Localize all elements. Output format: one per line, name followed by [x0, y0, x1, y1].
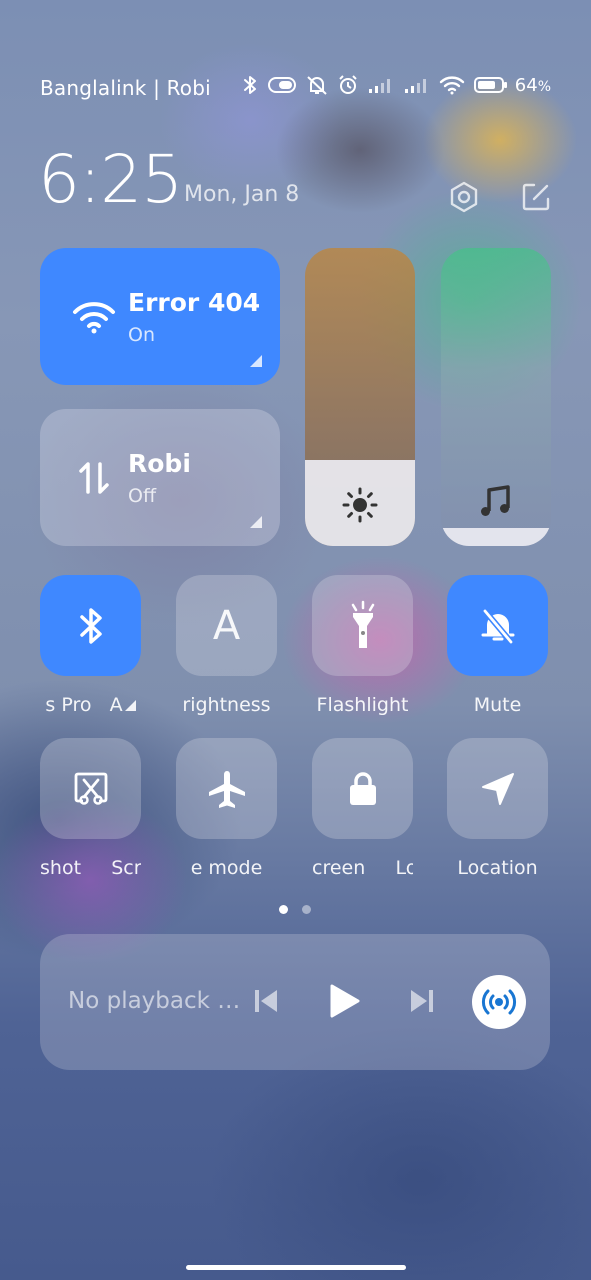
skip-previous-icon [255, 990, 277, 1012]
date: Mon, Jan 8 [184, 182, 300, 207]
mobile-data-tile[interactable]: Robi Off [40, 409, 280, 546]
expand-corner-icon[interactable] [250, 355, 262, 367]
mobile-data-state: Off [128, 484, 157, 507]
next-button[interactable] [408, 986, 436, 1020]
screenshot-icon [74, 772, 107, 805]
wifi-state: On [128, 323, 155, 346]
signal-icon [404, 79, 426, 93]
skip-next-icon [411, 990, 433, 1012]
battery-icon [473, 77, 507, 93]
page-dot-active[interactable] [279, 905, 288, 914]
airplane-mode-label: e mode [190, 857, 263, 879]
screenshot-toggle[interactable] [40, 738, 141, 839]
wifi-tile[interactable]: Error 404 On [40, 248, 280, 385]
play-button[interactable] [326, 982, 362, 1024]
cast-audio-icon [481, 989, 517, 1015]
signal-icon [368, 79, 390, 93]
location-toggle[interactable] [447, 738, 548, 839]
bluetooth-label: s Pro A [40, 694, 141, 716]
settings-button[interactable] [442, 175, 486, 219]
alarm-icon [339, 75, 357, 94]
toggle-icon [267, 77, 296, 93]
wifi-network-name: Error 404 [128, 287, 261, 317]
music-note-icon [481, 485, 510, 516]
lock-screen-label: creen Lo [312, 857, 413, 879]
flashlight-toggle[interactable] [312, 575, 413, 676]
location-icon [481, 772, 514, 805]
mute-toggle[interactable] [447, 575, 548, 676]
previous-button[interactable] [252, 986, 280, 1020]
volume-level [441, 528, 551, 546]
lock-screen-toggle[interactable] [312, 738, 413, 839]
airplane-mode-toggle[interactable] [176, 738, 277, 839]
location-label: Location [457, 857, 538, 879]
media-title: No playback … [68, 988, 241, 1014]
flashlight-label: Flashlight [316, 694, 409, 716]
carrier-tile-name: Robi [128, 448, 191, 478]
status-icons: 64% [241, 74, 551, 96]
output-device-button[interactable] [472, 975, 526, 1029]
brightness-slider[interactable] [305, 248, 415, 546]
clock: 6:25 [38, 141, 183, 218]
airplane-icon [208, 770, 245, 808]
mute-bell-icon [481, 608, 514, 644]
lock-icon [349, 771, 376, 805]
settings-icon [450, 181, 478, 213]
volume-slider[interactable] [441, 248, 551, 546]
vibrate-off-icon [307, 76, 327, 95]
edit-button[interactable] [514, 175, 558, 219]
wifi-icon [73, 301, 115, 333]
battery-percent: 64% [514, 74, 551, 96]
brightness-icon [342, 487, 378, 523]
expand-corner-icon[interactable] [250, 516, 262, 528]
edit-icon [522, 183, 550, 211]
brightness-mode-toggle[interactable]: A [176, 575, 277, 676]
screenshot-label: shot Scr [40, 857, 141, 879]
letter-a-icon: A [212, 602, 241, 649]
bluetooth-icon [243, 76, 256, 94]
bluetooth-icon [79, 607, 102, 644]
brightness-mode-label: rightness [182, 694, 271, 716]
data-transfer-icon [79, 461, 109, 494]
wifi-icon [439, 76, 464, 95]
home-indicator[interactable] [186, 1265, 406, 1270]
bluetooth-toggle[interactable] [40, 575, 141, 676]
play-icon [330, 984, 360, 1018]
carrier-name: Banglalink | Robi [40, 76, 211, 100]
page-dot[interactable] [302, 905, 311, 914]
flashlight-icon [351, 600, 374, 648]
mute-label: Mute [473, 694, 522, 716]
